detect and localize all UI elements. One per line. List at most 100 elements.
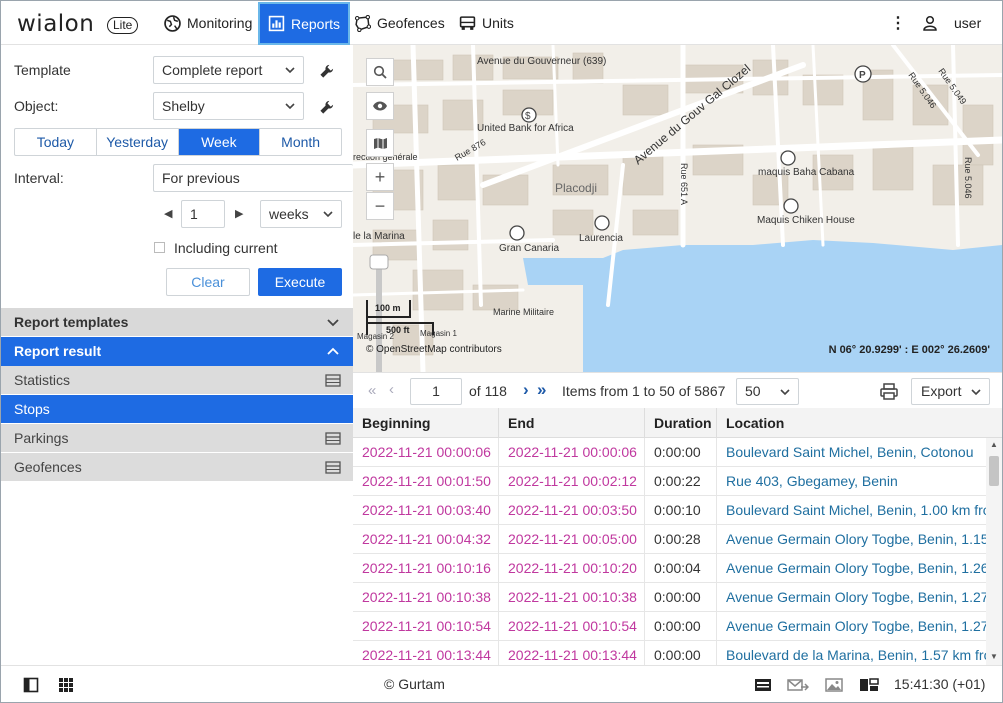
result-item-statistics[interactable]: Statistics	[1, 366, 353, 395]
map-search-button[interactable]	[366, 58, 394, 86]
print-icon[interactable]	[880, 383, 898, 400]
map-icon	[373, 137, 387, 149]
cell-end: 2022-11-21 00:10:38	[499, 583, 645, 611]
table-icon[interactable]	[325, 432, 341, 445]
next-page-icon[interactable]: ›	[523, 380, 529, 400]
apps-grid-icon[interactable]	[58, 677, 74, 693]
report-templates-section[interactable]: Report templates	[1, 308, 353, 337]
column-header-duration[interactable]: Duration	[645, 408, 717, 438]
app-logo[interactable]: wialon	[17, 13, 94, 36]
prev-page-icon[interactable]: ‹	[389, 381, 394, 398]
user-icon	[923, 15, 937, 31]
cell-location[interactable]: Avenue Germain Olory Togbe, Benin, 1.15 …	[717, 525, 986, 553]
nav-geofences[interactable]: Geofences	[354, 1, 445, 45]
cell-location[interactable]: Boulevard Saint Michel, Benin, 1.00 km f…	[717, 496, 986, 524]
nav-units[interactable]: Units	[459, 1, 514, 45]
table-row[interactable]: 2022-11-21 00:01:50 2022-11-21 00:02:12 0:…	[353, 467, 986, 496]
increment-arrow-icon[interactable]: ▶	[235, 207, 243, 220]
table-icon[interactable]	[325, 461, 341, 474]
cell-location[interactable]: Rue 403, Gbegamey, Benin	[717, 467, 986, 495]
scroll-down-icon[interactable]: ▼	[990, 652, 998, 661]
period-week[interactable]: Week	[178, 129, 261, 155]
messages-icon[interactable]	[787, 677, 809, 693]
logo-badge: Lite	[107, 17, 139, 34]
table-row[interactable]: 2022-11-21 00:13:44 2022-11-21 00:13:44 0:…	[353, 641, 986, 665]
result-item-geofences[interactable]: Geofences	[1, 453, 353, 482]
more-vertical-icon[interactable]: ⋮	[890, 13, 906, 33]
unit-select[interactable]: weeks	[260, 200, 342, 228]
nav-reports[interactable]: Reports	[258, 2, 351, 45]
map-source-button[interactable]	[366, 129, 394, 157]
table-row[interactable]: 2022-11-21 00:10:54 2022-11-21 00:10:54 0:…	[353, 612, 986, 641]
user-menu[interactable]: ⋮ user	[890, 1, 981, 45]
scale-meters: 100 m	[375, 303, 401, 313]
cell-beginning: 2022-11-21 00:03:40	[353, 496, 499, 524]
table-row[interactable]: 2022-11-21 00:04:32 2022-11-21 00:05:00 0:…	[353, 525, 986, 554]
cell-end: 2022-11-21 00:00:06	[499, 438, 645, 466]
cell-location[interactable]: Avenue Germain Olory Togbe, Benin, 1.26 …	[717, 554, 986, 582]
cell-location[interactable]: Boulevard de la Marina, Benin, 1.57 km f…	[717, 641, 986, 665]
wrench-icon[interactable]	[319, 64, 334, 79]
table-row[interactable]: 2022-11-21 00:10:38 2022-11-21 00:10:38 0:…	[353, 583, 986, 612]
nav-monitoring[interactable]: Monitoring	[164, 1, 252, 45]
cell-location[interactable]: Avenue Germain Olory Togbe, Benin, 1.27 …	[717, 583, 986, 611]
cell-location[interactable]: Boulevard Saint Michel, Benin, Cotonou	[717, 438, 986, 466]
period-month[interactable]: Month	[260, 129, 341, 155]
table-row[interactable]: 2022-11-21 00:10:16 2022-11-21 00:10:20 0:…	[353, 554, 986, 583]
result-item-label: Statistics	[14, 372, 71, 388]
toggle-panel-icon[interactable]	[23, 677, 39, 693]
table-icon[interactable]	[325, 374, 341, 387]
cell-beginning: 2022-11-21 00:10:38	[353, 583, 499, 611]
svg-text:$: $	[525, 111, 531, 122]
cell-duration: 0:00:00	[645, 612, 717, 640]
layout-switch-icon[interactable]	[859, 677, 879, 693]
map-label: maquis Baha Cabana	[758, 167, 855, 178]
per-page-select[interactable]: 50	[736, 378, 799, 405]
copyright[interactable]: © Gurtam	[384, 666, 445, 702]
zoom-out-button[interactable]: −	[366, 192, 394, 220]
column-header-beginning[interactable]: Beginning	[353, 408, 499, 438]
image-icon[interactable]	[825, 677, 843, 693]
cell-location[interactable]: Avenue Germain Olory Togbe, Benin, 1.27 …	[717, 612, 986, 640]
app-window: wialon Lite Monitoring Reports Geofences…	[0, 0, 1003, 703]
table-row[interactable]: 2022-11-21 00:03:40 2022-11-21 00:03:50 0:…	[353, 496, 986, 525]
page-input[interactable]: 1	[410, 378, 462, 405]
map-view[interactable]: 100 m 500 ft Avenue du Gouverneur (639) …	[353, 45, 1002, 372]
result-item-stops[interactable]: Stops	[1, 395, 353, 424]
execute-button[interactable]: Execute	[258, 268, 342, 296]
cell-beginning: 2022-11-21 00:10:16	[353, 554, 499, 582]
period-today[interactable]: Today	[15, 129, 97, 155]
wrench-icon[interactable]	[319, 100, 334, 115]
object-select[interactable]: Shelby	[153, 92, 304, 120]
table-scrollbar[interactable]: ▲ ▼	[986, 438, 1002, 665]
scrollbar-thumb[interactable]	[989, 456, 999, 486]
cell-end: 2022-11-21 00:10:54	[499, 612, 645, 640]
cell-beginning: 2022-11-21 00:13:44	[353, 641, 499, 665]
map-canvas[interactable]: 100 m 500 ft Avenue du Gouverneur (639) …	[353, 45, 1002, 372]
zoom-in-button[interactable]: +	[366, 163, 394, 191]
count-input[interactable]: 1	[181, 200, 225, 228]
cell-end: 2022-11-21 00:03:50	[499, 496, 645, 524]
cell-beginning: 2022-11-21 00:01:50	[353, 467, 499, 495]
template-select[interactable]: Complete report	[153, 56, 304, 84]
column-header-end[interactable]: End	[499, 408, 645, 438]
scroll-up-icon[interactable]: ▲	[990, 440, 998, 449]
notifications-icon[interactable]	[754, 677, 772, 693]
table-row[interactable]: 2022-11-21 00:00:06 2022-11-21 00:00:06 0:…	[353, 438, 986, 467]
interval-select[interactable]: For previous	[153, 164, 353, 192]
map-layers-visibility-button[interactable]	[366, 92, 394, 120]
period-yesterday[interactable]: Yesterday	[97, 129, 179, 155]
section-title: Report templates	[14, 314, 129, 330]
per-page-value: 50	[745, 383, 761, 399]
clear-button[interactable]: Clear	[166, 268, 250, 296]
export-button[interactable]: Export	[911, 378, 990, 405]
last-page-icon[interactable]: »	[537, 380, 546, 400]
cell-duration: 0:00:04	[645, 554, 717, 582]
report-result-section[interactable]: Report result	[1, 337, 353, 366]
first-page-icon[interactable]: «	[368, 382, 376, 399]
map-attribution[interactable]: © OpenStreetMap contributors	[366, 344, 502, 355]
decrement-arrow-icon[interactable]: ◀	[164, 207, 172, 220]
including-current-checkbox[interactable]	[154, 242, 165, 253]
column-header-location[interactable]: Location	[717, 408, 1002, 438]
result-item-parkings[interactable]: Parkings	[1, 424, 353, 453]
